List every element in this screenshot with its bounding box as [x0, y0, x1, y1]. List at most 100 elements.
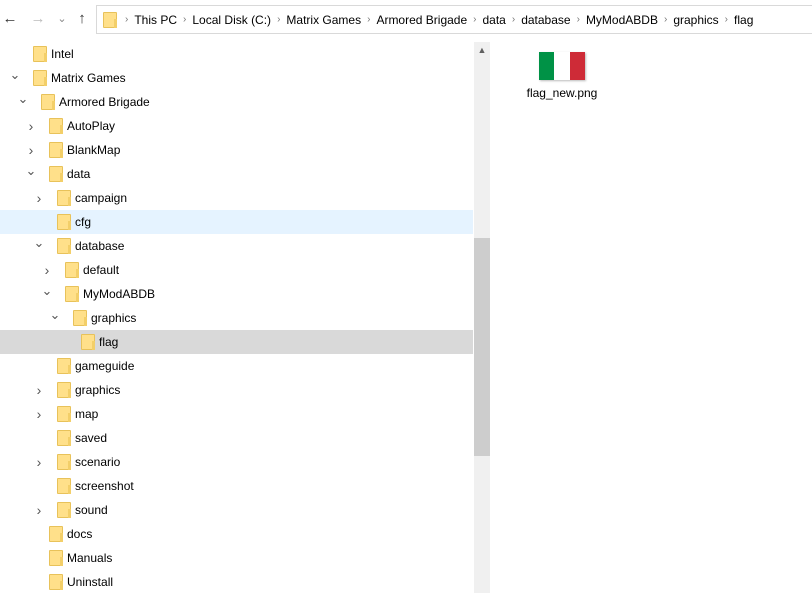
chevron-right-icon[interactable]: › — [41, 262, 53, 278]
folder-icon — [65, 286, 79, 302]
breadcrumb-item[interactable]: database — [515, 13, 576, 27]
tree-item[interactable]: docs — [0, 522, 473, 546]
chevron-down-icon[interactable]: ⌄ — [41, 284, 53, 302]
up-button[interactable]: ↑ — [72, 8, 92, 30]
tree-item-label: screenshot — [75, 479, 134, 493]
breadcrumb-item[interactable]: This PC — [128, 13, 183, 27]
file-item[interactable]: flag_new.png — [522, 50, 602, 100]
breadcrumb-item[interactable]: flag — [728, 13, 759, 27]
forward-button[interactable]: → — [28, 8, 48, 30]
recent-locations-button[interactable]: ⌄ — [52, 8, 72, 30]
folder-icon — [57, 238, 71, 254]
folder-icon — [57, 214, 71, 230]
chevron-right-icon[interactable]: › — [33, 382, 45, 398]
chevron-down-icon[interactable]: ⌄ — [25, 164, 37, 182]
tree-item-label: MyModABDB — [83, 287, 156, 301]
chevron-down-icon[interactable]: ⌄ — [49, 308, 61, 326]
tree-item-label: data — [67, 167, 91, 181]
tree-item-label: database — [75, 239, 125, 253]
scrollbar-thumb[interactable] — [474, 238, 490, 456]
chevron-down-icon[interactable]: ⌄ — [33, 236, 45, 254]
breadcrumb-item[interactable]: graphics — [667, 13, 724, 27]
folder-icon — [57, 190, 71, 206]
folder-icon — [41, 94, 55, 110]
tree-item[interactable]: saved — [0, 426, 473, 450]
tree-item[interactable]: › campaign — [0, 186, 473, 210]
chevron-right-icon[interactable]: › — [33, 406, 45, 422]
tree-item[interactable]: ⌄ MyModABDB — [0, 282, 473, 306]
tree-item-label: graphics — [75, 383, 121, 397]
folder-icon — [49, 142, 63, 158]
folder-icon — [57, 406, 71, 422]
folder-icon — [103, 11, 117, 28]
tree-item[interactable]: Uninstall — [0, 570, 473, 594]
tree-item-label: graphics — [91, 311, 137, 325]
scroll-up-icon[interactable]: ▲ — [474, 42, 490, 58]
image-thumbnail-icon — [539, 52, 585, 80]
tree-item[interactable]: ⌄ graphics — [0, 306, 473, 330]
folder-icon — [57, 454, 71, 470]
folder-icon — [33, 46, 47, 62]
tree-item[interactable]: ⌄ Matrix Games — [0, 66, 473, 90]
breadcrumb-item[interactable]: Matrix Games — [280, 13, 367, 27]
tree-item[interactable]: Intel — [0, 42, 473, 66]
tree-scrollbar[interactable]: ▲ — [474, 42, 490, 593]
folder-icon — [57, 382, 71, 398]
breadcrumb-item[interactable]: Local Disk (C:) — [186, 13, 277, 27]
file-view: flag_new.png — [492, 42, 812, 593]
file-name: flag_new.png — [526, 86, 598, 100]
folder-icon — [57, 430, 71, 446]
address-bar[interactable]: › This PC › Local Disk (C:) › Matrix Games › Ar… — [96, 5, 812, 34]
tree-item-label: campaign — [75, 191, 128, 205]
tree-item[interactable]: › sound — [0, 498, 473, 522]
folder-icon — [49, 550, 63, 566]
tree-item[interactable]: › AutoPlay — [0, 114, 473, 138]
tree-item[interactable]: › BlankMap — [0, 138, 473, 162]
tree-item[interactable]: screenshot — [0, 474, 473, 498]
tree-item-label: gameguide — [75, 359, 135, 373]
tree-item-label: Uninstall — [67, 575, 114, 589]
tree-item-label: AutoPlay — [67, 119, 116, 133]
folder-icon — [49, 574, 63, 590]
folder-icon — [33, 70, 47, 86]
folder-icon — [49, 118, 63, 134]
folder-icon — [73, 310, 87, 326]
folder-icon — [57, 478, 71, 494]
tree-item[interactable]: › map — [0, 402, 473, 426]
tree-item-label: cfg — [75, 215, 92, 229]
chevron-right-icon[interactable]: › — [33, 502, 45, 518]
breadcrumb-item[interactable]: data — [477, 13, 512, 27]
tree-item[interactable]: › default — [0, 258, 473, 282]
tree-item-label: default — [83, 263, 120, 277]
tree-item[interactable]: › scenario — [0, 450, 473, 474]
tree-item[interactable]: flag — [0, 330, 473, 354]
chevron-right-icon[interactable]: › — [25, 142, 37, 158]
tree-item-label: Armored Brigade — [59, 95, 150, 109]
chevron-right-icon[interactable]: › — [25, 118, 37, 134]
folder-icon — [49, 166, 63, 182]
chevron-right-icon[interactable]: › — [33, 190, 45, 206]
breadcrumb-item[interactable]: Armored Brigade — [370, 13, 473, 27]
chevron-down-icon[interactable]: ⌄ — [17, 92, 29, 110]
tree-item-label: Matrix Games — [51, 71, 126, 85]
tree-item[interactable]: ⌄ Armored Brigade — [0, 90, 473, 114]
tree-item[interactable]: ⌄ database — [0, 234, 473, 258]
tree-item-label: scenario — [75, 455, 121, 469]
chevron-right-icon[interactable]: › — [33, 454, 45, 470]
navigation-bar: ← → ⌄ ↑ › This PC › Local Disk (C:) › Matrix … — [0, 0, 812, 40]
tree-item-label: BlankMap — [67, 143, 121, 157]
navigation-tree: Intel ⌄ Matrix Games ⌄ Armored Brigade › AutoP… — [0, 42, 473, 593]
chevron-down-icon[interactable]: ⌄ — [9, 68, 21, 86]
back-button[interactable]: ← — [0, 8, 20, 30]
tree-item[interactable]: Manuals — [0, 546, 473, 570]
tree-item-label: map — [75, 407, 99, 421]
tree-item[interactable]: gameguide — [0, 354, 473, 378]
folder-icon — [81, 334, 95, 350]
tree-item-label: docs — [67, 527, 93, 541]
folder-icon — [65, 262, 79, 278]
tree-item[interactable]: cfg — [0, 210, 473, 234]
tree-item[interactable]: ⌄ data — [0, 162, 473, 186]
tree-item-label: sound — [75, 503, 108, 517]
breadcrumb-item[interactable]: MyModABDB — [580, 13, 664, 27]
tree-item[interactable]: › graphics — [0, 378, 473, 402]
